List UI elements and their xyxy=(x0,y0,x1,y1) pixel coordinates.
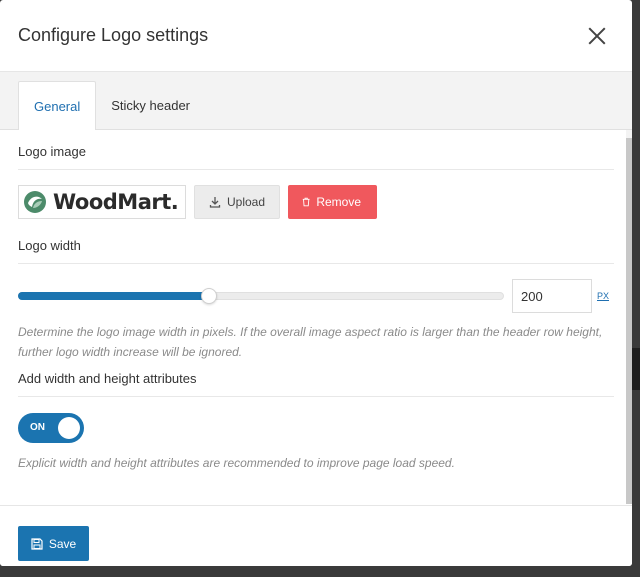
logo-width-hint: Determine the logo image width in pixels… xyxy=(18,325,603,359)
toggle-knob xyxy=(58,417,80,439)
floppy-disk-icon xyxy=(31,537,43,550)
dialog-title: Configure Logo settings xyxy=(18,25,209,45)
scrollbar-thumb[interactable] xyxy=(626,138,632,504)
attributes-label: Add width and height attributes xyxy=(18,362,614,397)
trash-icon xyxy=(302,197,310,207)
upload-button[interactable]: Upload xyxy=(194,185,281,219)
remove-button[interactable]: Remove xyxy=(288,185,378,219)
save-button-label: Save xyxy=(48,536,77,551)
remove-button-label: Remove xyxy=(316,195,362,209)
dialog-footer: Save xyxy=(0,505,632,566)
dialog-body: Logo image WoodMart. Upload Remove Logo … xyxy=(0,130,632,504)
slider-fill xyxy=(18,292,208,300)
logo-settings-dialog: Configure Logo settings General Sticky h… xyxy=(0,0,632,566)
tab-general[interactable]: General xyxy=(18,81,97,130)
logo-image-label: Logo image xyxy=(18,130,614,170)
scrollbar[interactable] xyxy=(626,130,632,504)
logo-image-row: WoodMart. Upload Remove xyxy=(18,185,614,219)
download-arrow-icon xyxy=(209,197,221,208)
logo-width-slider[interactable] xyxy=(18,288,504,304)
logo-preview: WoodMart. xyxy=(18,185,186,219)
logo-width-label: Logo width xyxy=(18,227,614,264)
logo-wordmark: WoodMart. xyxy=(53,190,179,214)
tabs-bar: General Sticky header xyxy=(0,72,632,130)
attributes-hint: Explicit width and height attributes are… xyxy=(18,456,455,470)
tab-sticky-header[interactable]: Sticky header xyxy=(96,81,205,129)
logo-width-input[interactable] xyxy=(512,279,592,313)
backdrop-edge xyxy=(632,348,640,390)
close-icon[interactable] xyxy=(584,23,610,49)
woodmart-logo-icon xyxy=(24,191,46,213)
unit-label[interactable]: PX xyxy=(597,291,609,301)
save-button[interactable]: Save xyxy=(18,526,89,561)
logo-width-row: PX xyxy=(18,279,614,313)
upload-button-label: Upload xyxy=(227,195,266,209)
slider-handle[interactable] xyxy=(201,288,217,304)
toggle-state-label: ON xyxy=(30,422,45,433)
dialog-header: Configure Logo settings xyxy=(0,0,632,72)
attributes-toggle[interactable]: ON xyxy=(18,413,84,443)
